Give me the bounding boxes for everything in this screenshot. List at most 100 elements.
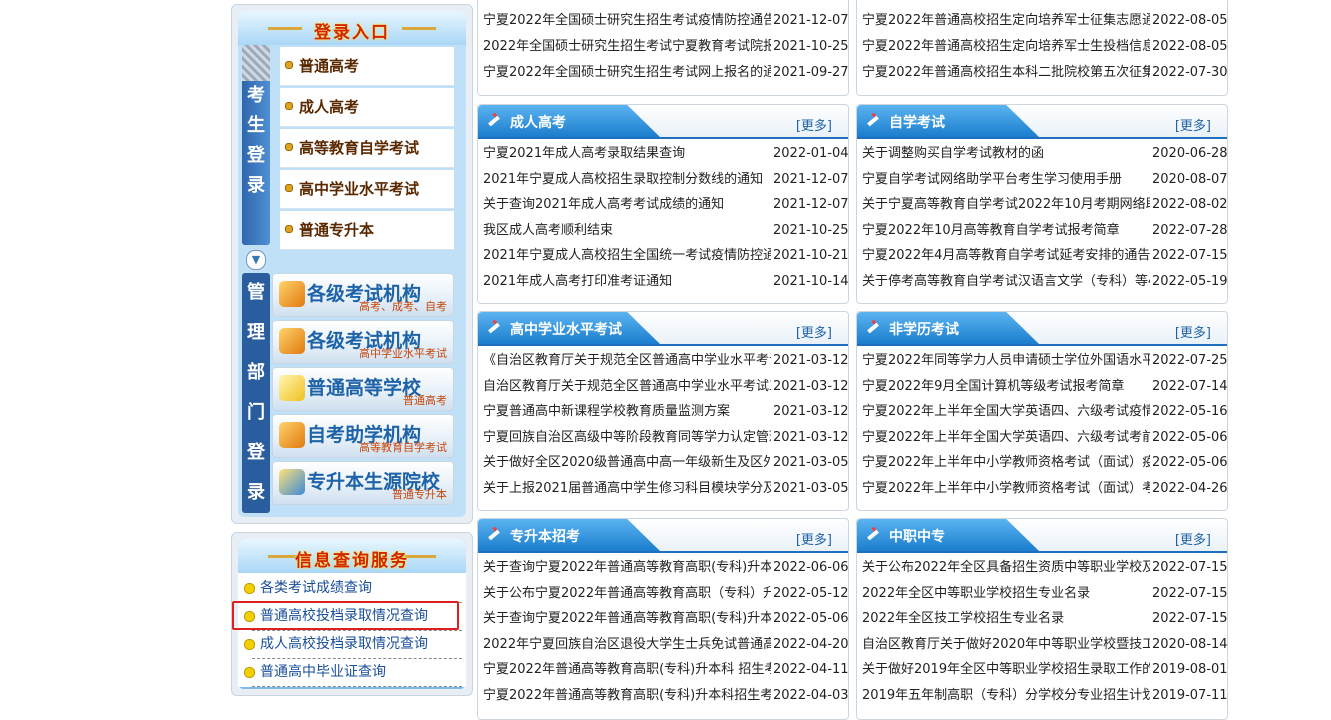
news-row[interactable]: 关于做好2019年全区中等职业学校招生录取工作的通知 2019-08-01	[862, 657, 1228, 682]
news-title[interactable]: 2021年宁夏成人高校招生录取控制分数线的通知	[483, 167, 771, 192]
news-title[interactable]: 宁夏2022年上半年全国大学英语四、六级考试疫情防控	[862, 399, 1150, 424]
news-title[interactable]: 关于查询宁夏2022年普通高等教育高职(专科)升本科招	[483, 606, 771, 631]
news-title[interactable]: 关于公布宁夏2022年普通高等教育高职（专科）升本科	[483, 581, 771, 606]
news-row[interactable]: 关于查询2021年成人高考考试成绩的通知 2021-12-07	[483, 192, 849, 217]
news-row[interactable]: 《自治区教育厅关于规范全区普通高中学业水平考试工作2021-03-12	[483, 348, 849, 373]
news-row[interactable]: 2022年全国硕士研究生招生考试宁夏教育考试院报考点 2021-10-25	[483, 34, 849, 59]
news-title[interactable]: 宁夏2022年10月高等教育自学考试报考简章	[862, 218, 1150, 243]
login-item-xueye[interactable]: 高中学业水平考试	[280, 170, 454, 209]
news-row[interactable]: 自治区教育厅关于规范全区普通高中学业水平考试工作 2021-03-12	[483, 374, 849, 399]
more-link[interactable]: [更多]	[796, 322, 832, 341]
news-row[interactable]: 宁夏2022年4月高等教育自学考试延考安排的通告 2022-07-15	[862, 243, 1228, 268]
news-title[interactable]: 关于停考高等教育自学考试汉语言文学（专科）等4个专业	[862, 269, 1150, 294]
news-title[interactable]: 自治区教育厅关于规范全区普通高中学业水平考试工作	[483, 374, 771, 399]
news-row[interactable]: 宁夏2022年9月全国计算机等级考试报考简章 2022-07-14	[862, 374, 1228, 399]
query-item-scores[interactable]: 各类考试成绩查询	[244, 575, 462, 603]
mgmt-login-self-study[interactable]: 自考助学机构 高等教育自学考试	[272, 414, 454, 458]
news-title[interactable]: 2022年全区技工学校招生专业名录	[862, 606, 1150, 631]
news-title[interactable]: 关于查询2021年成人高考考试成绩的通知	[483, 192, 771, 217]
news-title[interactable]: 关于上报2021届普通高中学生修习科目模块学分及综合	[483, 476, 771, 501]
login-item-zikao[interactable]: 高等教育自学考试	[280, 129, 454, 168]
news-title[interactable]: 我区成人高考顺利结束	[483, 218, 771, 243]
news-row[interactable]: 关于上报2021届普通高中学生修习科目模块学分及综合 2021-03-05	[483, 476, 849, 501]
news-row[interactable]: 关于公布宁夏2022年普通高等教育高职（专科）升本科 2022-05-12	[483, 581, 849, 606]
news-title[interactable]: 宁夏2022年普通高等教育高职(专科)升本科招生考试简	[483, 683, 771, 708]
news-title[interactable]: 2022年全国硕士研究生招生考试宁夏教育考试院报考点	[483, 34, 771, 59]
news-row[interactable]: 宁夏2022年上半年中小学教师资格考试（面试）疫情防 2022-05-06	[862, 450, 1228, 475]
news-title[interactable]: 2019年五年制高职（专科）分学校分专业招生计划	[862, 683, 1150, 708]
news-title[interactable]: 自治区教育厅关于做好2020年中等职业学校暨技工学校	[862, 632, 1150, 657]
news-title[interactable]: 2021年宁夏成人高校招生全国统一考试疫情防控通告	[483, 243, 771, 268]
news-row[interactable]: 宁夏2022年普通高等教育高职(专科)升本科 招生考试疫2022-04-11	[483, 657, 849, 682]
news-title[interactable]: 宁夏2022年上半年全国大学英语四、六级考试考前温馨	[862, 425, 1150, 450]
news-row[interactable]: 宁夏2022年上半年全国大学英语四、六级考试疫情防控 2022-05-16	[862, 399, 1228, 424]
login-item-gaokao[interactable]: 普通高考	[280, 47, 454, 86]
news-title[interactable]: 宁夏2022年普通高校招生定向培养军士生投档信息	[862, 34, 1150, 59]
mgmt-login-upgrade-college[interactable]: 专升本生源院校 普通专升本	[272, 461, 454, 505]
news-row[interactable]: 宁夏2022年全国硕士研究生招生考试疫情防控通告 2021-12-07	[483, 8, 849, 33]
news-title[interactable]: 关于调整购买自学考试教材的函	[862, 141, 1150, 166]
news-title[interactable]: 宁夏自学考试网络助学平台考生学习使用手册	[862, 167, 1150, 192]
news-title[interactable]: 关于公布2022年全区具备招生资质中等职业学校及专业	[862, 555, 1150, 580]
news-title[interactable]: 关于做好全区2020级普通高中高一年级新生及区外转入	[483, 450, 771, 475]
news-row[interactable]: 宁夏回族自治区高级中等阶段教育同等学力认定管理意 2021-03-12	[483, 425, 849, 450]
news-title[interactable]: 宁夏2022年4月高等教育自学考试延考安排的通告	[862, 243, 1150, 268]
news-row[interactable]: 宁夏2022年全国硕士研究生招生考试网上报名的通告 2021-09-27	[483, 60, 849, 85]
news-row[interactable]: 宁夏自学考试网络助学平台考生学习使用手册 2020-08-07	[862, 167, 1228, 192]
more-link[interactable]: [更多]	[1175, 115, 1211, 134]
news-title[interactable]: 《自治区教育厅关于规范全区普通高中学业水平考试工作	[483, 348, 771, 373]
mgmt-login-exam-org-1[interactable]: 各级考试机构 高考、成考、自考	[272, 273, 454, 317]
news-row[interactable]: 关于查询宁夏2022年普通高等教育高职(专科)升本科招 2022-05-06	[483, 606, 849, 631]
news-row[interactable]: 关于做好全区2020级普通高中高一年级新生及区外转入 2021-03-05	[483, 450, 849, 475]
chevron-down-icon[interactable]: ▼	[246, 250, 266, 270]
news-row[interactable]: 2022年全区技工学校招生专业名录 2022-07-15	[862, 606, 1228, 631]
news-row[interactable]: 宁夏2022年同等学力人员申请硕士学位外国语水平和学 2022-07-25	[862, 348, 1228, 373]
news-row[interactable]: 2021年成人高考打印准考证通知 2021-10-14	[483, 269, 849, 294]
login-item-zhuanshengben[interactable]: 普通专升本	[280, 211, 454, 250]
news-row[interactable]: 关于查询宁夏2022年普通高等教育高职(专科)升本科招 2022-06-06	[483, 555, 849, 580]
news-row[interactable]: 2021年宁夏成人高校招生全国统一考试疫情防控通告 2021-10-21	[483, 243, 849, 268]
news-title[interactable]: 2022年全区中等职业学校招生专业名录	[862, 581, 1150, 606]
more-link[interactable]: [更多]	[1175, 529, 1211, 548]
news-row[interactable]: 2022年宁夏回族自治区退役大学生士兵免试普通高等教 2022-04-20	[483, 632, 849, 657]
news-title[interactable]: 关于宁夏高等教育自学考试2022年10月考期网络助学	[862, 192, 1150, 217]
news-row[interactable]: 2021年宁夏成人高校招生录取控制分数线的通知 2021-12-07	[483, 167, 849, 192]
news-row[interactable]: 宁夏2021年成人高考录取结果查询 2022-01-04	[483, 141, 849, 166]
news-title[interactable]: 宁夏2022年普通高等教育高职(专科)升本科 招生考试疫	[483, 657, 771, 682]
news-row[interactable]: 宁夏2022年上半年中小学教师资格考试（面试）考前温 2022-04-26	[862, 476, 1228, 501]
news-row[interactable]: 关于调整购买自学考试教材的函 2020-06-28	[862, 141, 1228, 166]
news-title[interactable]: 宁夏2022年同等学力人员申请硕士学位外国语水平和学	[862, 348, 1150, 373]
login-item-chengkao[interactable]: 成人高考	[280, 88, 454, 127]
news-row[interactable]: 宁夏普通高中新课程学校教育质量监测方案 2021-03-12	[483, 399, 849, 424]
news-row[interactable]: 关于宁夏高等教育自学考试2022年10月考期网络助学 2022-08-02	[862, 192, 1228, 217]
news-title[interactable]: 宁夏2022年全国硕士研究生招生考试疫情防控通告	[483, 8, 771, 33]
news-title[interactable]: 宁夏2022年上半年中小学教师资格考试（面试）疫情防	[862, 450, 1150, 475]
news-row[interactable]: 2022年全区中等职业学校招生专业名录 2022-07-15	[862, 581, 1228, 606]
query-item-adult-admission[interactable]: 成人高校投档录取情况查询	[244, 631, 462, 659]
news-row[interactable]: 宁夏2022年普通高校招生定向培养军士征集志愿通告 2022-08-05	[862, 8, 1228, 33]
news-title[interactable]: 2021年成人高考打印准考证通知	[483, 269, 771, 294]
news-title[interactable]: 关于查询宁夏2022年普通高等教育高职(专科)升本科招	[483, 555, 771, 580]
news-row[interactable]: 宁夏2022年10月高等教育自学考试报考简章 2022-07-28	[862, 218, 1228, 243]
news-row[interactable]: 2019年五年制高职（专科）分学校分专业招生计划 2019-07-11	[862, 683, 1228, 708]
news-row[interactable]: 宁夏2022年上半年全国大学英语四、六级考试考前温馨 2022-05-06	[862, 425, 1228, 450]
news-row[interactable]: 我区成人高考顺利结束 2021-10-25	[483, 218, 849, 243]
news-title[interactable]: 宁夏普通高中新课程学校教育质量监测方案	[483, 399, 771, 424]
news-title[interactable]: 宁夏2022年普通高校招生定向培养军士征集志愿通告	[862, 8, 1150, 33]
news-row[interactable]: 关于公布2022年全区具备招生资质中等职业学校及专业 2022-07-15	[862, 555, 1228, 580]
news-title[interactable]: 宁夏2022年9月全国计算机等级考试报考简章	[862, 374, 1150, 399]
news-title[interactable]: 2022年宁夏回族自治区退役大学生士兵免试普通高等教	[483, 632, 771, 657]
news-row[interactable]: 关于停考高等教育自学考试汉语言文学（专科）等4个专业2022-05-19	[862, 269, 1228, 294]
news-title[interactable]: 宁夏回族自治区高级中等阶段教育同等学力认定管理意	[483, 425, 771, 450]
query-item-diploma[interactable]: 普通高中毕业证查询	[244, 659, 462, 687]
mgmt-login-exam-org-2[interactable]: 各级考试机构 高中学业水平考试	[272, 320, 454, 364]
news-row[interactable]: 自治区教育厅关于做好2020年中等职业学校暨技工学校 2020-08-14	[862, 632, 1228, 657]
news-title[interactable]: 关于做好2019年全区中等职业学校招生录取工作的通知	[862, 657, 1150, 682]
more-link[interactable]: [更多]	[796, 529, 832, 548]
news-title[interactable]: 宁夏2021年成人高考录取结果查询	[483, 141, 771, 166]
mgmt-login-university[interactable]: 普通高等学校 普通高考	[272, 367, 454, 411]
news-row[interactable]: 宁夏2022年普通高校招生定向培养军士生投档信息 2022-08-05	[862, 34, 1228, 59]
more-link[interactable]: [更多]	[796, 115, 832, 134]
news-title[interactable]: 宁夏2022年上半年中小学教师资格考试（面试）考前温	[862, 476, 1150, 501]
news-title[interactable]: 宁夏2022年普通高校招生本科二批院校第五次征集志愿	[862, 60, 1150, 85]
